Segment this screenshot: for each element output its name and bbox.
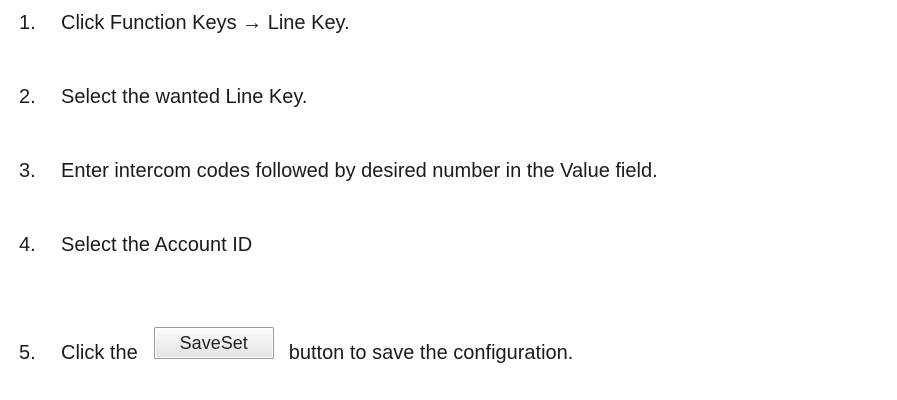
step-number: 2.: [19, 86, 36, 108]
step-text: Enter intercom codes followed by desired…: [61, 160, 658, 182]
step-number: 1.: [19, 12, 36, 34]
instruction-step-1: 1. Click Function Keys → Line Key.: [19, 10, 350, 36]
saveset-button[interactable]: SaveSet: [153, 327, 274, 359]
step-number: 3.: [19, 160, 36, 182]
step-number: 5.: [19, 342, 36, 364]
step-number: 4.: [19, 234, 36, 256]
instruction-step-4: 4. Select the Account ID: [19, 232, 252, 258]
instruction-step-5: 5. Click the SaveSet button to save the …: [19, 327, 574, 369]
instruction-step-2: 2. Select the wanted Line Key.: [19, 84, 307, 110]
step-text: Click Function Keys → Line Key.: [61, 12, 350, 34]
instruction-step-3: 3. Enter intercom codes followed by desi…: [19, 158, 658, 184]
step-text: Select the wanted Line Key.: [61, 86, 308, 108]
step-text: Select the Account ID: [61, 234, 253, 256]
step-text-after: button to save the configuration.: [288, 342, 574, 364]
step-text-before: Click the: [61, 342, 138, 364]
